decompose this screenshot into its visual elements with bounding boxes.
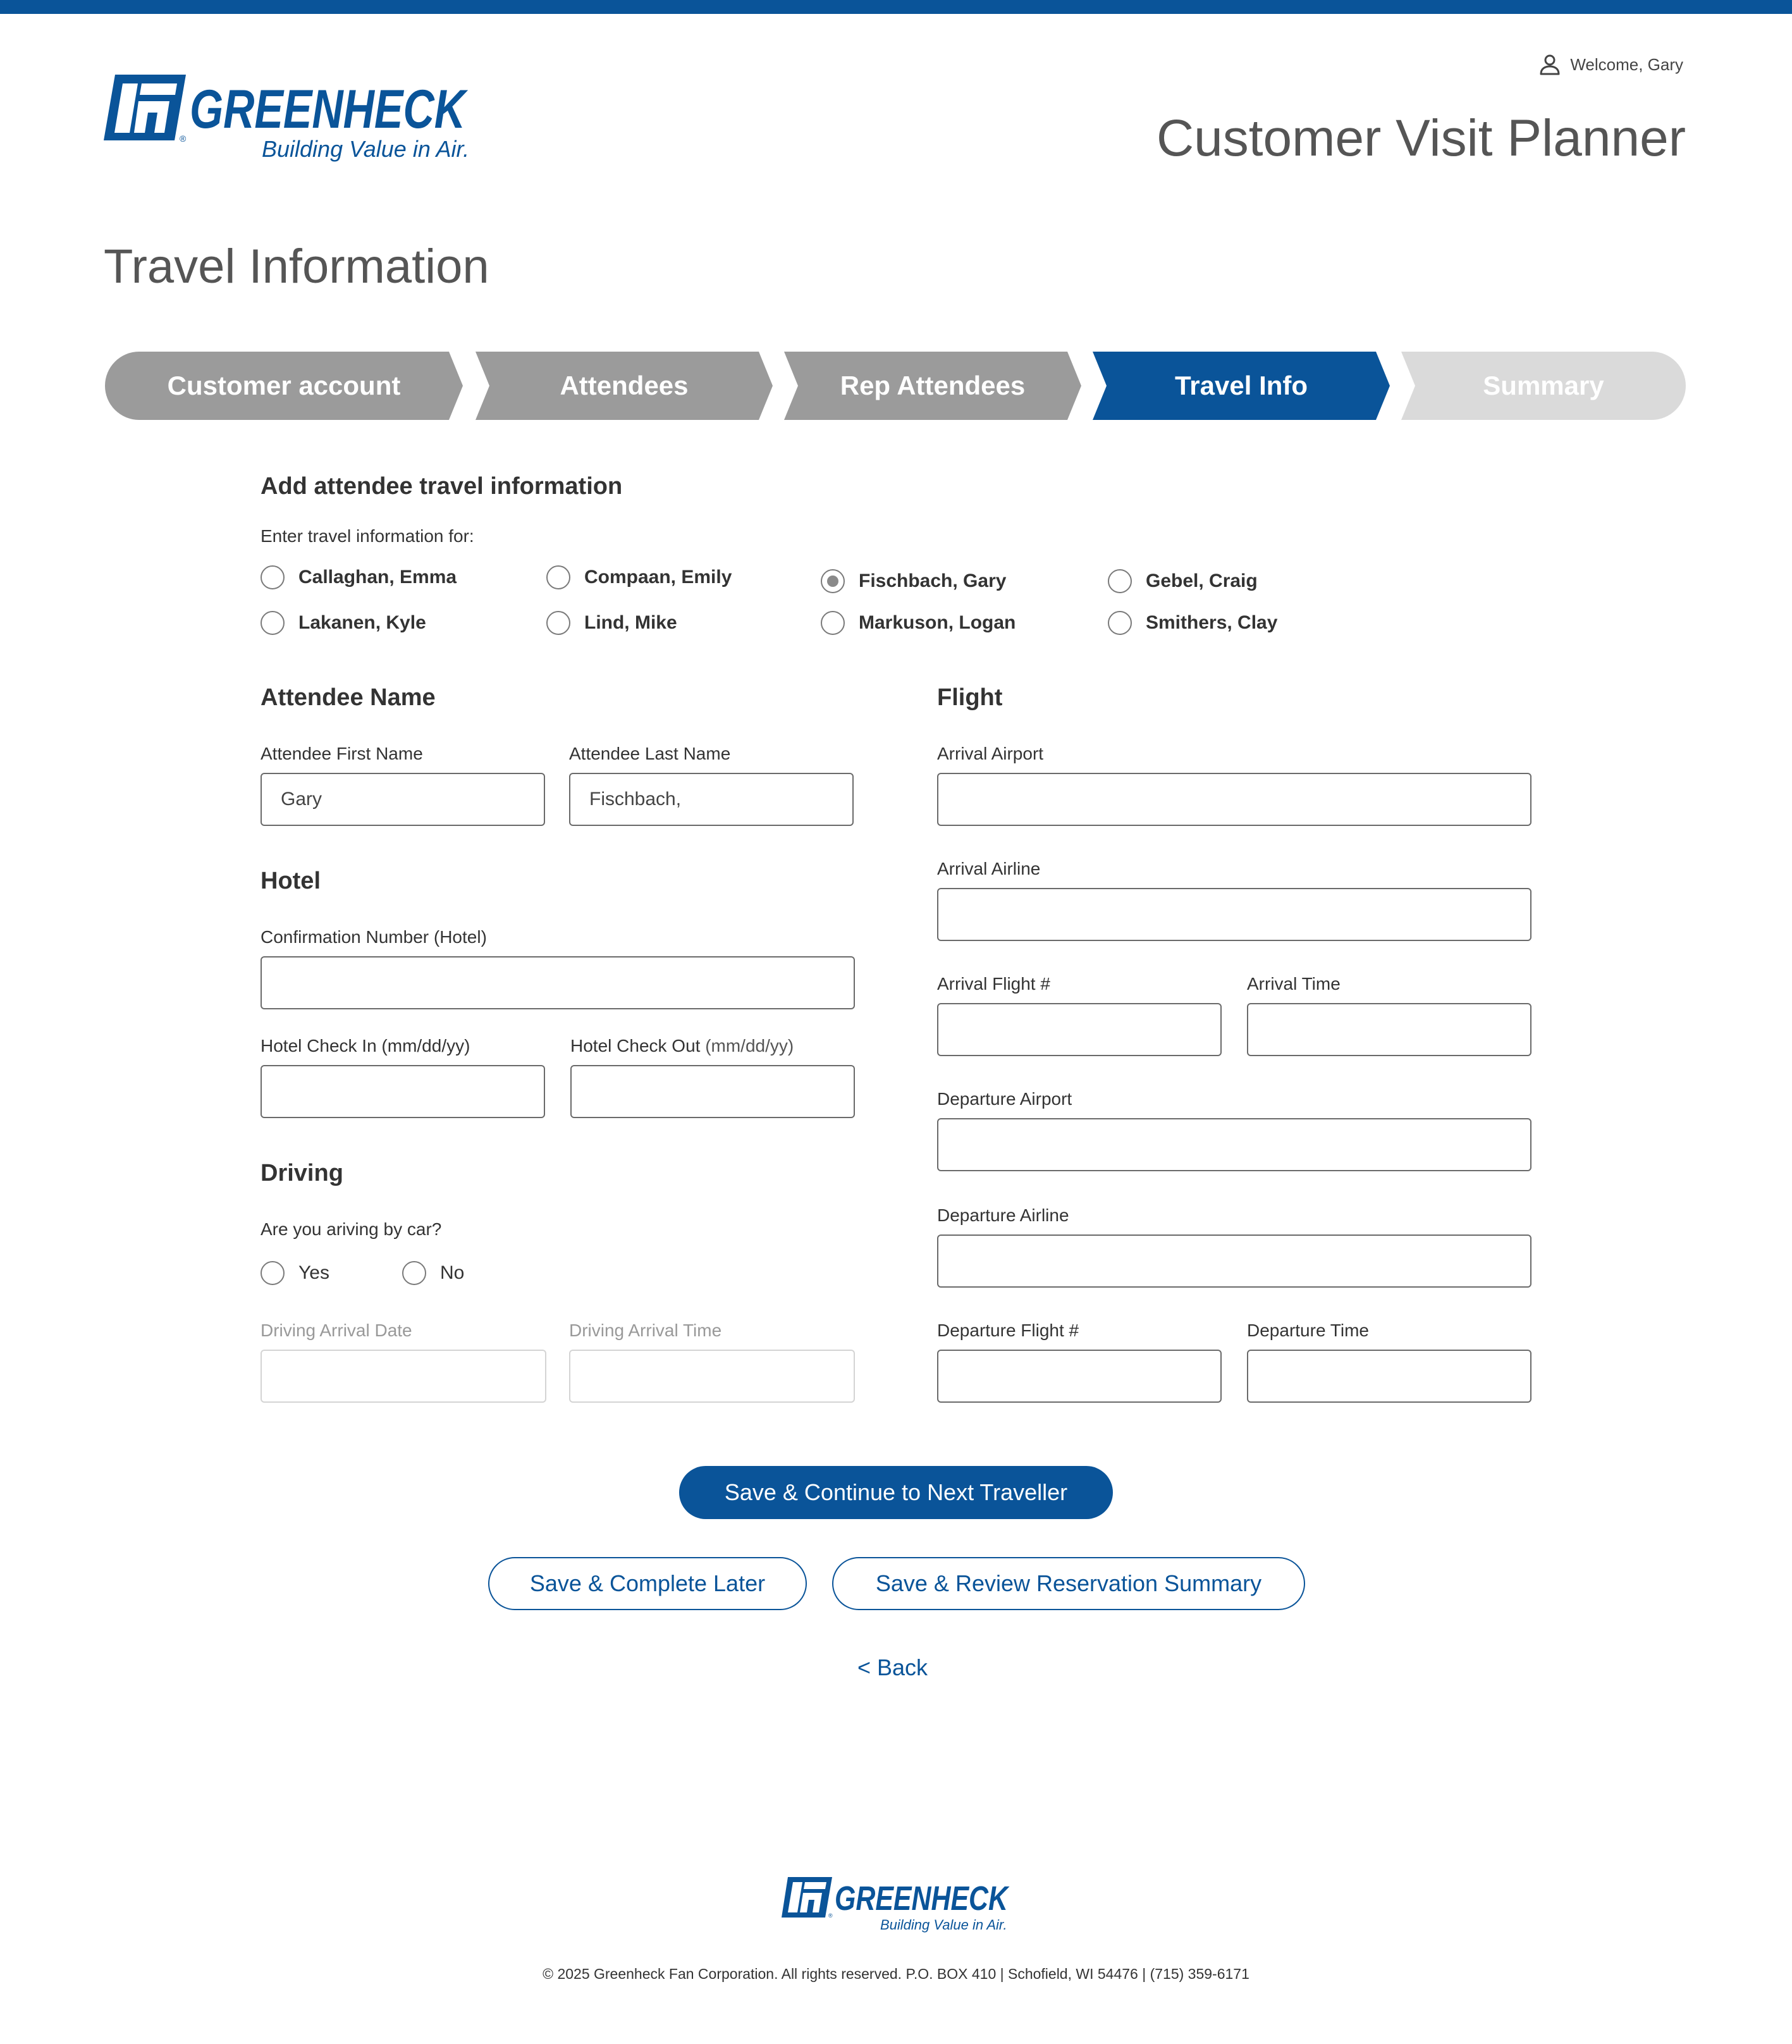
logo-wordmark: GREENHECK (190, 79, 469, 140)
step-rep-attendees[interactable]: Rep Attendees (784, 352, 1081, 420)
departure-airline-input[interactable] (937, 1234, 1531, 1288)
driving-question: Are you ariving by car? (261, 1219, 442, 1239)
footer-logo-tagline: Building Value in Air. (880, 1917, 1007, 1933)
step-attendees[interactable]: Attendees (476, 352, 773, 420)
arrival-airport-label: Arrival Airport (937, 744, 1044, 763)
footer-registered-mark: ® (828, 1912, 833, 1919)
driving-arrival-time-label: Driving Arrival Time (569, 1321, 722, 1340)
hotel-confirmation-input[interactable] (261, 956, 855, 1009)
footer-greenheck-logo[interactable]: ® GREENHECK Building Value in Air. (782, 1876, 1010, 1935)
driving-heading: Driving (261, 1160, 343, 1186)
welcome-user[interactable]: Welcome, Gary (1538, 53, 1683, 76)
save-continue-button[interactable]: Save & Continue to Next Traveller (679, 1466, 1113, 1519)
attendee-radio-lakanen[interactable]: Lakanen, Kyle (261, 611, 426, 635)
departure-time-input[interactable] (1247, 1350, 1531, 1403)
welcome-text: Welcome, Gary (1570, 54, 1683, 74)
last-name-input[interactable]: Fischbach, (569, 773, 854, 826)
attendee-radio-callaghan[interactable]: Callaghan, Emma (261, 565, 457, 589)
attendee-radio-gebel[interactable]: Gebel, Craig (1108, 569, 1258, 593)
back-link[interactable]: < Back (857, 1654, 928, 1681)
attendee-name-heading: Attendee Name (261, 684, 436, 711)
progress-stepper: Customer account Attendees Rep Attendees… (105, 352, 1686, 420)
user-icon (1538, 53, 1561, 76)
attendee-radio-smithers[interactable]: Smithers, Clay (1108, 611, 1277, 635)
departure-airport-input[interactable] (937, 1118, 1531, 1171)
hotel-heading: Hotel (261, 868, 321, 894)
departure-airline-label: Departure Airline (937, 1205, 1069, 1225)
departure-time-label: Departure Time (1247, 1321, 1369, 1340)
radio-circle[interactable] (402, 1261, 426, 1285)
radio-circle[interactable] (1108, 569, 1132, 593)
driving-arrival-date-label: Driving Arrival Date (261, 1321, 412, 1340)
radio-circle-selected[interactable] (821, 569, 845, 593)
save-complete-later-button[interactable]: Save & Complete Later (488, 1557, 807, 1610)
departure-flight-input[interactable] (937, 1350, 1222, 1403)
hotel-checkin-label: Hotel Check In (mm/dd/yy) (261, 1036, 470, 1056)
first-name-label: Attendee First Name (261, 744, 423, 763)
greenheck-logo[interactable]: ® GREENHECK Building Value in Air. (104, 73, 470, 167)
arrival-flight-label: Arrival Flight # (937, 974, 1050, 994)
departure-flight-label: Departure Flight # (937, 1321, 1079, 1340)
attendee-radio-compaan[interactable]: Compaan, Emily (546, 565, 732, 589)
attendee-radio-markuson[interactable]: Markuson, Logan (821, 611, 1016, 635)
hotel-checkout-hint: (mm/dd/yy) (705, 1036, 794, 1056)
app-title: Customer Visit Planner (1156, 109, 1686, 167)
step-travel-info[interactable]: Travel Info (1093, 352, 1390, 420)
hotel-checkout-label-text: Hotel Check Out (570, 1036, 701, 1056)
page-title: Travel Information (104, 240, 489, 293)
first-name-input[interactable]: Gary (261, 773, 545, 826)
hotel-checkin-input[interactable] (261, 1065, 545, 1118)
footer-copyright: © 2025 Greenheck Fan Corporation. All ri… (543, 1966, 1249, 1982)
hotel-confirmation-label: Confirmation Number (Hotel) (261, 927, 487, 947)
registered-mark: ® (180, 133, 187, 144)
radio-circle[interactable] (821, 611, 845, 635)
logo-tagline: Building Value in Air. (262, 136, 469, 162)
travel-for-prompt: Enter travel information for: (261, 526, 474, 546)
flight-heading: Flight (937, 684, 1003, 711)
hotel-checkout-label: Hotel Check Out (mm/dd/yy) (570, 1036, 794, 1056)
top-accent-bar (0, 0, 1792, 14)
driving-radio-yes[interactable]: Yes (261, 1261, 329, 1285)
step-customer-account[interactable]: Customer account (105, 352, 463, 420)
attendee-radio-fischbach[interactable]: Fischbach, Gary (821, 569, 1006, 593)
arrival-airline-input[interactable] (937, 888, 1531, 941)
attendee-radio-lind[interactable]: Lind, Mike (546, 611, 677, 635)
radio-circle[interactable] (546, 611, 570, 635)
add-travel-heading: Add attendee travel information (261, 473, 623, 500)
arrival-time-input[interactable] (1247, 1003, 1531, 1056)
last-name-label: Attendee Last Name (569, 744, 731, 763)
departure-airport-label: Departure Airport (937, 1089, 1072, 1109)
arrival-airline-label: Arrival Airline (937, 859, 1041, 878)
radio-circle[interactable] (546, 565, 570, 589)
driving-arrival-date-input[interactable] (261, 1350, 546, 1403)
radio-circle[interactable] (1108, 611, 1132, 635)
footer-logo-wordmark: GREENHECK (835, 1880, 1010, 1918)
save-review-summary-button[interactable]: Save & Review Reservation Summary (832, 1557, 1305, 1610)
step-summary[interactable]: Summary (1401, 352, 1686, 420)
arrival-airport-input[interactable] (937, 773, 1531, 826)
radio-circle[interactable] (261, 611, 285, 635)
arrival-time-label: Arrival Time (1247, 974, 1341, 994)
radio-circle[interactable] (261, 565, 285, 589)
driving-arrival-time-input[interactable] (569, 1350, 855, 1403)
radio-circle[interactable] (261, 1261, 285, 1285)
arrival-flight-input[interactable] (937, 1003, 1222, 1056)
driving-radio-no[interactable]: No (402, 1261, 464, 1285)
hotel-checkout-input[interactable] (570, 1065, 855, 1118)
